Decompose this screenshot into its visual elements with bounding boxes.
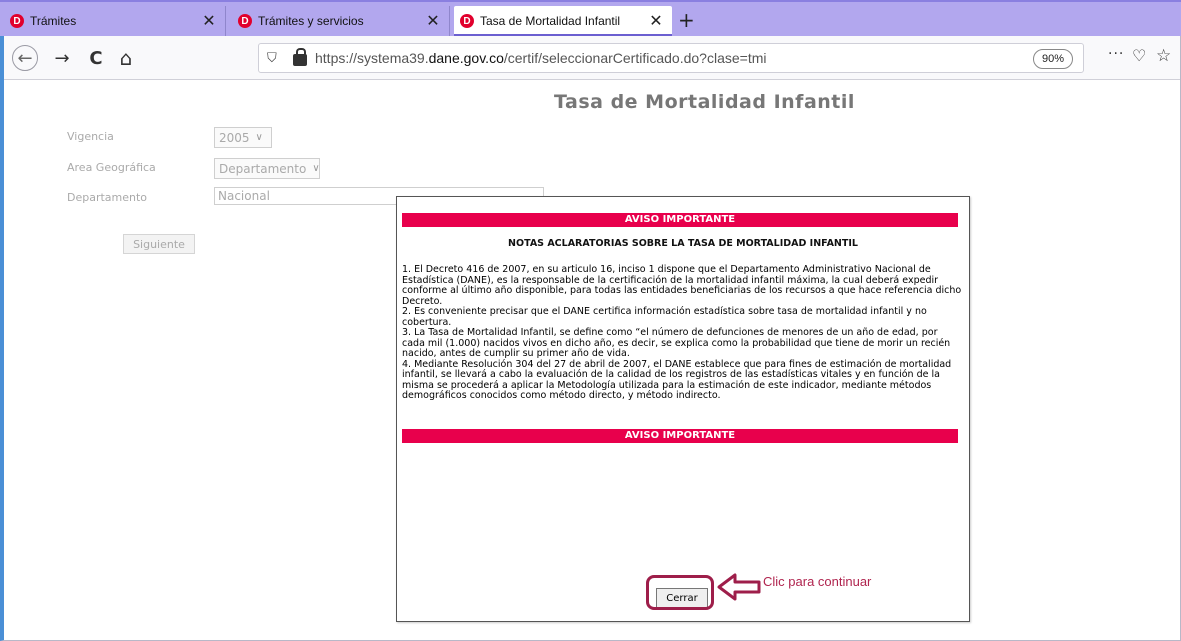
close-icon[interactable]: ✕ [201, 11, 217, 31]
tab-title: Trámites y servicios [258, 14, 364, 28]
notice-heading: NOTAS ACLARATORIAS SOBRE LA TASA DE MORT… [508, 238, 858, 249]
url-text: https://systema39.dane.gov.co/certif/sel… [315, 50, 767, 66]
reload-icon[interactable]: C [82, 44, 110, 72]
page-title: Tasa de Mortalidad Infantil [554, 91, 855, 113]
close-icon[interactable]: ✕ [648, 11, 664, 31]
lock-icon[interactable] [293, 48, 307, 66]
area-geografica-label: Area Geográfica [67, 161, 156, 174]
next-button[interactable]: Siguiente [123, 234, 195, 254]
arrow-left-icon [717, 573, 761, 601]
note-item: 2. Es conveniente precisar que el DANE c… [402, 306, 927, 328]
notice-dialog: AVISO IMPORTANTE NOTAS ACLARATORIAS SOBR… [396, 196, 970, 622]
note-item: 3. La Tasa de Mortalidad Infantil, se de… [402, 327, 951, 359]
highlight-box [646, 575, 714, 610]
pocket-icon[interactable]: ♡ [1132, 46, 1146, 65]
close-icon[interactable]: ✕ [425, 11, 441, 31]
dane-favicon-icon: D [238, 14, 252, 28]
dane-favicon-icon: D [460, 14, 474, 28]
chevron-down-icon: ∨ [255, 132, 263, 143]
notice-banner-bottom: AVISO IMPORTANTE [402, 429, 958, 443]
bookmark-star-icon[interactable]: ☆ [1156, 46, 1171, 66]
area-geografica-select[interactable]: Departamento ∨ [214, 158, 320, 179]
tracking-shield-icon[interactable]: ⛉ [267, 50, 285, 66]
chevron-down-icon: ∨ [312, 163, 320, 174]
notice-notes: 1. El Decreto 416 de 2007, en su articul… [402, 264, 962, 402]
note-item: 4. Mediante Resolución 304 del 27 de abr… [402, 358, 952, 401]
tab-strip: D Trámites ✕ D Trámites y servicios ✕ D … [0, 0, 1181, 36]
forward-icon[interactable]: → [48, 44, 76, 72]
area-geografica-value: Departamento [219, 161, 307, 176]
instruction-hint: Clic para continuar [763, 574, 872, 589]
tab-title: Tasa de Mortalidad Infantil [480, 14, 621, 28]
departamento-label: Departamento [67, 191, 148, 204]
tab-mortalidad-infantil[interactable]: D Tasa de Mortalidad Infantil ✕ [454, 6, 672, 36]
new-tab-icon[interactable]: + [678, 8, 695, 32]
vigencia-label: Vigencia [67, 130, 114, 143]
notice-banner-top: AVISO IMPORTANTE [402, 213, 958, 227]
dane-favicon-icon: D [10, 14, 24, 28]
vigencia-select[interactable]: 2005 ∨ [214, 127, 272, 148]
note-item: 1. El Decreto 416 de 2007, en su articul… [402, 264, 962, 307]
address-bar[interactable]: ⛉ https://systema39.dane.gov.co/certif/s… [258, 43, 1084, 73]
back-icon[interactable]: ← [12, 45, 38, 71]
tab-tramites[interactable]: D Trámites ✕ [4, 6, 226, 36]
vigencia-value: 2005 [219, 130, 250, 145]
page-actions-menu-icon[interactable]: ··· [1108, 46, 1124, 62]
navigation-bar: ← → C ⌂ ⛉ https://systema39.dane.gov.co/… [4, 36, 1180, 80]
tab-tramites-servicios[interactable]: D Trámites y servicios ✕ [232, 6, 450, 36]
zoom-indicator[interactable]: 90% [1032, 49, 1073, 69]
home-icon[interactable]: ⌂ [112, 44, 140, 72]
tab-title: Trámites [30, 14, 77, 28]
